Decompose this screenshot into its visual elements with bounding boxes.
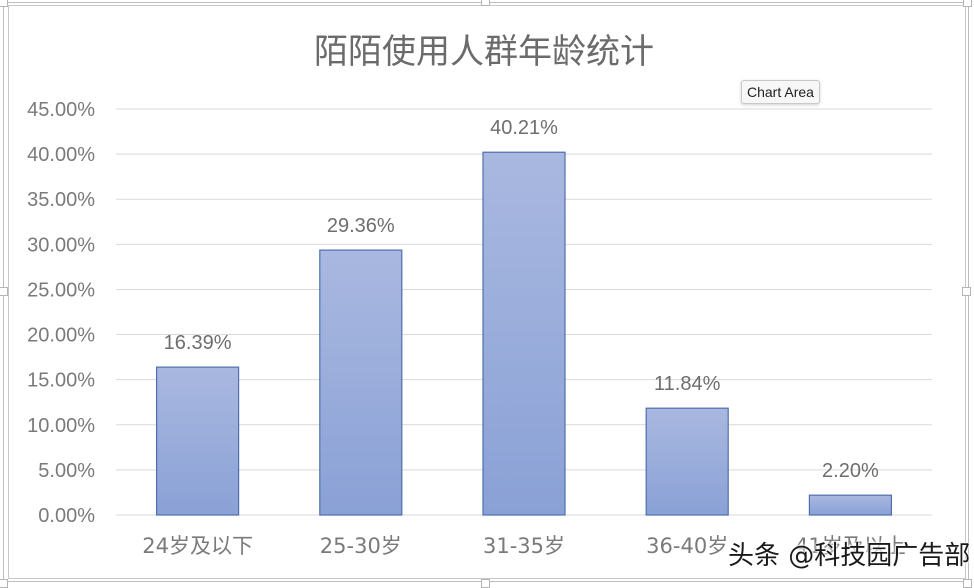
y-tick-label: 5.00% <box>38 460 95 482</box>
bar-chart: 陌陌使用人群年龄统计 0.00% 5.00% 10.00% 15.00% 20.00% 2… <box>27 32 932 558</box>
bars <box>156 151 893 516</box>
y-tick-label: 10.00% <box>27 415 95 437</box>
y-tick-label: 30.00% <box>27 234 95 256</box>
chart-title: 陌陌使用人群年龄统计 <box>314 32 654 72</box>
y-tick-label: 35.00% <box>27 189 95 211</box>
chart-area-tooltip: Chart Area <box>741 80 820 104</box>
data-label: 40.21% <box>490 117 558 139</box>
y-tick-label: 20.00% <box>27 325 95 347</box>
x-category-label: 36-40岁 <box>646 534 728 558</box>
bar[interactable] <box>156 366 240 516</box>
y-tick-label: 25.00% <box>27 279 95 301</box>
y-tick-label: 40.00% <box>27 144 95 166</box>
data-label: 29.36% <box>327 215 395 237</box>
bar[interactable] <box>645 407 729 516</box>
bar[interactable] <box>319 249 403 516</box>
y-tick-label: 45.00% <box>27 99 95 121</box>
bar[interactable] <box>808 494 893 516</box>
watermark-text: 头条 @科技园广告部 <box>728 541 971 571</box>
data-label: 16.39% <box>164 332 232 354</box>
data-label: 2.20% <box>822 460 879 482</box>
x-category-label: 31-35岁 <box>483 534 565 558</box>
x-category-label: 24岁及以下 <box>142 534 253 558</box>
data-label: 11.84% <box>654 373 721 395</box>
bar[interactable] <box>482 151 566 516</box>
y-axis-ticks: 0.00% 5.00% 10.00% 15.00% 20.00% 25.00% 30.00%… <box>27 99 95 527</box>
x-category-label: 25-30岁 <box>320 534 402 558</box>
y-tick-label: 15.00% <box>27 370 95 392</box>
y-tick-label: 0.00% <box>38 505 95 527</box>
